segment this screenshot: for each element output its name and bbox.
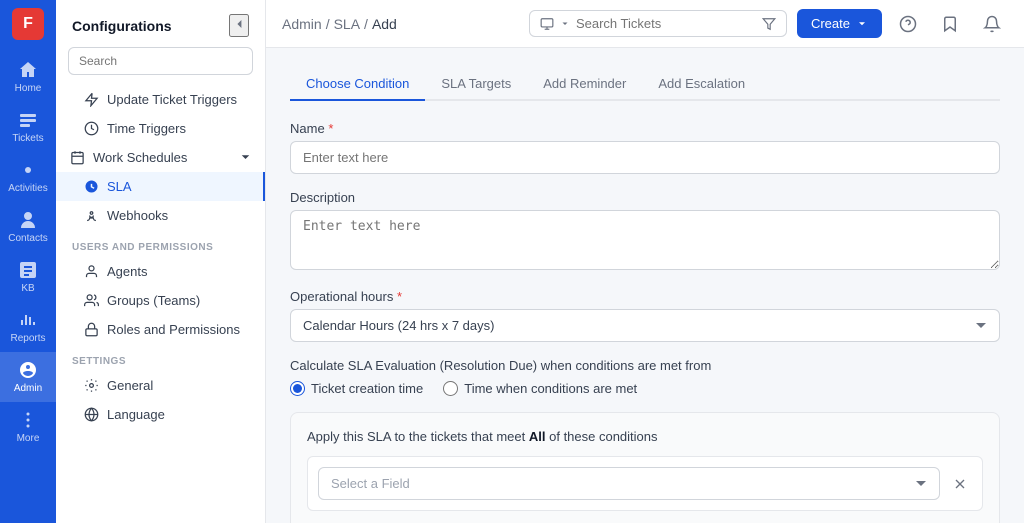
more-icon <box>18 410 38 430</box>
main-area: Admin / SLA / Add Create <box>266 0 1024 523</box>
search-bar <box>529 10 787 37</box>
contacts-icon <box>18 210 38 230</box>
section-label-users-permissions: Users and Permissions <box>56 230 265 257</box>
trigger-icon <box>84 92 99 107</box>
radio-ticket-creation[interactable]: Ticket creation time <box>290 381 423 396</box>
content-area: Choose Condition SLA Targets Add Reminde… <box>266 48 1024 523</box>
reports-icon <box>18 310 38 330</box>
operational-hours-group: Operational hours * Calendar Hours (24 h… <box>290 289 1000 342</box>
description-label: Description <box>290 190 1000 205</box>
filter-button[interactable] <box>762 17 776 31</box>
condition-delete-button[interactable] <box>948 472 972 496</box>
sidebar-header: Configurations <box>56 0 265 47</box>
tab-add-reminder[interactable]: Add Reminder <box>527 68 642 101</box>
calculate-sla-group: Calculate SLA Evaluation (Resolution Due… <box>290 358 1000 396</box>
condition-description: Apply this SLA to the tickets that meet … <box>307 429 983 444</box>
bookmark-icon <box>941 15 959 33</box>
clock-icon <box>84 121 99 136</box>
search-tickets-input[interactable] <box>576 16 756 31</box>
group-icon <box>84 293 99 308</box>
radio-time-conditions-met[interactable]: Time when conditions are met <box>443 381 637 396</box>
chevron-small-icon <box>560 19 570 29</box>
tabs: Choose Condition SLA Targets Add Reminde… <box>290 68 1000 101</box>
topbar-right: Create <box>529 8 1008 40</box>
operational-hours-select[interactable]: Calendar Hours (24 hrs x 7 days) <box>290 309 1000 342</box>
description-textarea[interactable] <box>290 210 1000 270</box>
sidebar: Configurations Update Ticket Triggers Ti… <box>56 0 266 523</box>
sidebar-item-time-triggers[interactable]: Time Triggers <box>56 114 265 143</box>
calendar-icon <box>70 150 85 165</box>
tickets-icon <box>18 110 38 130</box>
sla-icon <box>84 179 99 194</box>
help-button[interactable] <box>892 8 924 40</box>
help-icon <box>899 15 917 33</box>
globe-icon <box>84 407 99 422</box>
sidebar-search-input[interactable] <box>68 47 253 75</box>
nav-item-admin[interactable]: Admin <box>0 352 56 402</box>
sidebar-item-update-ticket-triggers[interactable]: Update Ticket Triggers <box>56 85 265 114</box>
condition-section: Apply this SLA to the tickets that meet … <box>290 412 1000 523</box>
sidebar-item-agents[interactable]: Agents <box>56 257 265 286</box>
nav-item-tickets[interactable]: Tickets <box>0 102 56 152</box>
nav-item-contacts[interactable]: Contacts <box>0 202 56 252</box>
bell-icon <box>983 15 1001 33</box>
sidebar-item-roles-permissions[interactable]: Roles and Permissions <box>56 315 265 344</box>
collapse-icon <box>231 16 247 32</box>
close-icon <box>952 476 968 492</box>
condition-field-select[interactable]: Select a Field <box>318 467 940 500</box>
sidebar-item-general[interactable]: General <box>56 371 265 400</box>
monitor-icon <box>540 17 554 31</box>
sidebar-item-webhooks[interactable]: Webhooks <box>56 201 265 230</box>
nav-item-reports[interactable]: Reports <box>0 302 56 352</box>
admin-icon <box>18 360 38 380</box>
name-input[interactable] <box>290 141 1000 174</box>
condition-row: Select a Field <box>318 467 972 500</box>
notifications-button[interactable] <box>976 8 1008 40</box>
nav-item-more[interactable]: More <box>0 402 56 452</box>
bookmark-button[interactable] <box>934 8 966 40</box>
activities-icon <box>18 160 38 180</box>
breadcrumb: Admin / SLA / Add <box>282 16 397 32</box>
chevron-down-create-icon <box>856 18 868 30</box>
nav-item-kb[interactable]: KB <box>0 252 56 302</box>
radio-group: Ticket creation time Time when condition… <box>290 381 1000 396</box>
kb-icon <box>18 260 38 280</box>
filter-icon <box>762 17 776 31</box>
sidebar-collapse-button[interactable] <box>229 14 249 37</box>
tab-sla-targets[interactable]: SLA Targets <box>425 68 527 101</box>
topbar: Admin / SLA / Add Create <box>266 0 1024 48</box>
operational-hours-label: Operational hours * <box>290 289 1000 304</box>
tab-choose-condition[interactable]: Choose Condition <box>290 68 425 101</box>
webhook-icon <box>84 208 99 223</box>
nav-item-activities[interactable]: Activities <box>0 152 56 202</box>
left-nav: F Home Tickets Activities Contacts KB Re… <box>0 0 56 523</box>
calculate-label: Calculate SLA Evaluation (Resolution Due… <box>290 358 1000 373</box>
name-label: Name * <box>290 121 1000 136</box>
app-logo: F <box>12 8 44 40</box>
sidebar-item-language[interactable]: Language <box>56 400 265 429</box>
radio-time-conditions-met-input[interactable] <box>443 381 458 396</box>
sidebar-item-groups-teams[interactable]: Groups (Teams) <box>56 286 265 315</box>
tab-add-escalation[interactable]: Add Escalation <box>642 68 761 101</box>
lock-icon <box>84 322 99 337</box>
section-label-settings: Settings <box>56 344 265 371</box>
sidebar-group-work-schedules[interactable]: Work Schedules <box>56 143 265 172</box>
nav-item-home[interactable]: Home <box>0 52 56 102</box>
radio-ticket-creation-input[interactable] <box>290 381 305 396</box>
create-button[interactable]: Create <box>797 9 882 38</box>
home-icon <box>18 60 38 80</box>
chevron-down-icon <box>238 150 253 165</box>
sidebar-title: Configurations <box>72 18 172 34</box>
sidebar-item-sla[interactable]: SLA <box>56 172 265 201</box>
gear-icon <box>84 378 99 393</box>
name-field-group: Name * <box>290 121 1000 174</box>
person-icon <box>84 264 99 279</box>
description-field-group: Description <box>290 190 1000 273</box>
